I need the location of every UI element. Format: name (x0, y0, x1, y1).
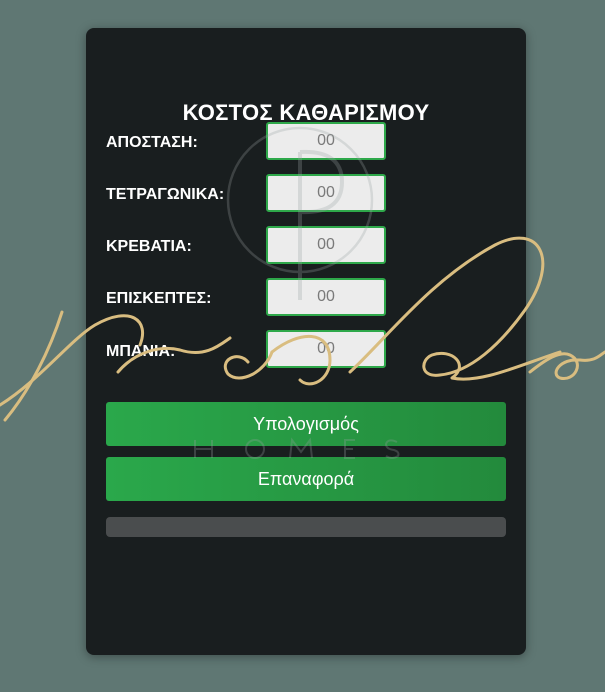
calculate-button[interactable]: Υπολογισμός (106, 402, 506, 446)
reset-button[interactable]: Επαναφορά (106, 457, 506, 501)
beds-input[interactable] (266, 226, 386, 264)
guests-input[interactable] (266, 278, 386, 316)
distance-input[interactable] (266, 122, 386, 160)
label-guests: ΕΠΙΣΚΕΠΤΕΣ: (106, 290, 212, 307)
label-beds: ΚΡΕΒΑΤΙΑ: (106, 238, 192, 255)
label-bathrooms: ΜΠΑΝΙΑ: (106, 343, 176, 360)
label-distance: ΑΠΟΣΤΑΣΗ: (106, 134, 198, 151)
square-meters-input[interactable] (266, 174, 386, 212)
label-square-meters: ΤΕΤΡΑΓΩΝΙΚΑ: (106, 186, 225, 203)
bathrooms-input[interactable] (266, 330, 386, 368)
cleaning-cost-card: ΚΟΣΤΟΣ ΚΑΘΑΡΙΣΜΟΥ ΑΠΟΣΤΑΣΗ: ΤΕΤΡΑΓΩΝΙΚΑ:… (86, 28, 526, 655)
result-display (106, 517, 506, 537)
